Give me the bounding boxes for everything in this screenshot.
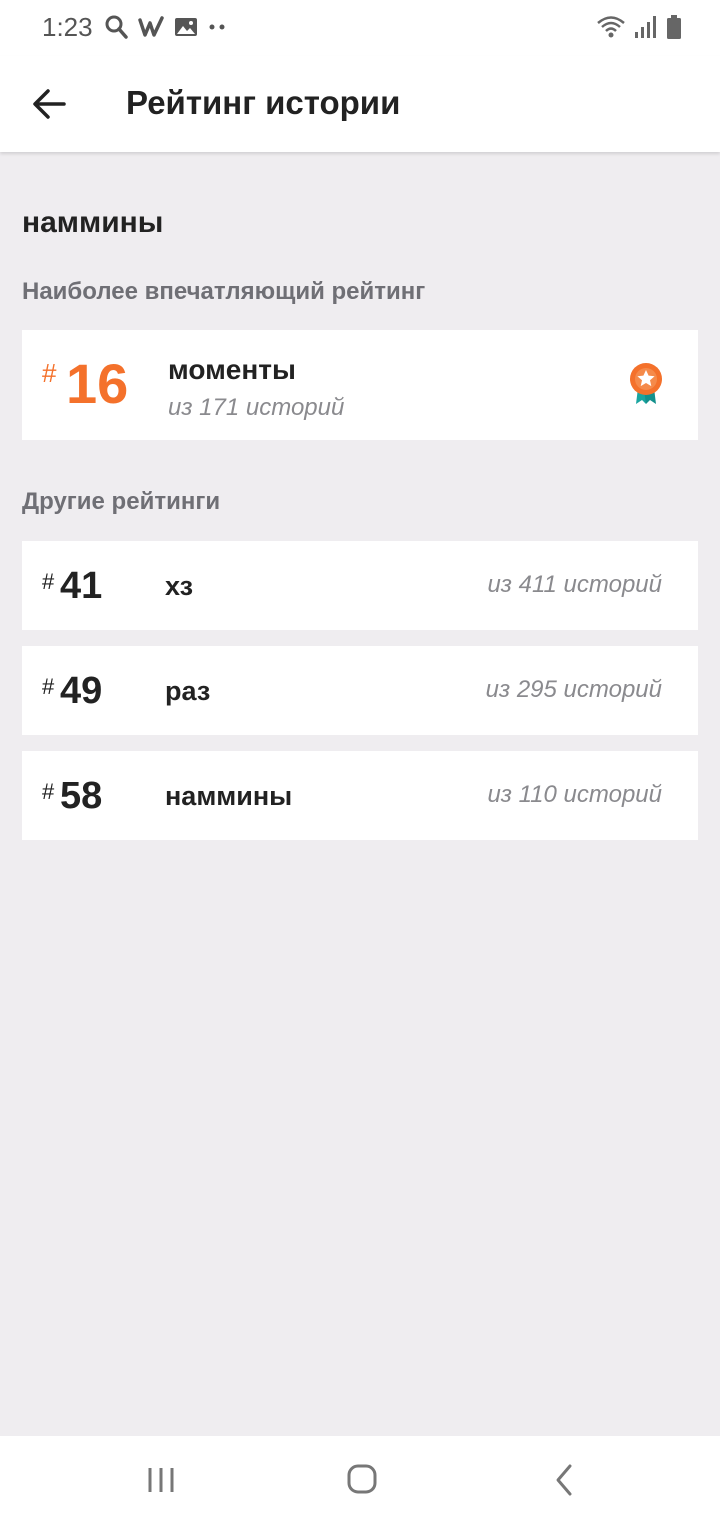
w-app-icon	[138, 16, 164, 37]
system-back-button[interactable]	[544, 1462, 584, 1498]
signal-icon	[635, 16, 656, 38]
rank-number: 41	[60, 565, 103, 607]
rank-hash: #	[42, 674, 55, 699]
ranking-card[interactable]: # 58 наммины из 110 историй	[22, 751, 698, 840]
rank-number: 49	[60, 670, 103, 712]
featured-story-count: из 171 историй	[168, 394, 345, 421]
home-icon	[347, 1464, 377, 1494]
image-icon	[175, 18, 197, 36]
ranking-card[interactable]: # 49 раз из 295 историй	[22, 646, 698, 735]
rank-hash: #	[42, 569, 55, 594]
rank-story-count: из 295 историй	[485, 676, 662, 703]
rank-tag-name: наммины	[165, 781, 293, 811]
ranking-card[interactable]: # 41 хз из 411 историй	[22, 541, 698, 630]
back-icon	[556, 1464, 572, 1496]
featured-section-label: Наиболее впечатляющий рейтинг	[22, 278, 426, 305]
rank-hash: #	[42, 779, 55, 804]
notification-icons	[104, 14, 228, 40]
featured-rank-number: 16	[66, 352, 129, 415]
rank-tag-name: раз	[165, 676, 211, 706]
status-bar: 1:23	[0, 0, 720, 56]
more-dots-icon	[209, 24, 225, 30]
award-badge-icon	[630, 363, 662, 404]
recent-apps-button[interactable]	[142, 1462, 182, 1498]
rank-number: 58	[60, 775, 103, 817]
rank-story-count: из 110 историй	[487, 781, 662, 808]
system-icons	[596, 14, 682, 40]
wifi-icon	[597, 16, 625, 38]
home-button[interactable]	[342, 1462, 382, 1498]
rank-hash: #	[42, 358, 57, 388]
search-icon	[105, 15, 128, 39]
app-bar: Рейтинг истории	[0, 56, 720, 152]
recent-apps-icon	[148, 1468, 174, 1492]
story-name: наммины	[22, 206, 164, 239]
back-button[interactable]	[26, 80, 74, 128]
other-rankings-section-label: Другие рейтинги	[22, 488, 221, 515]
featured-ranking-card[interactable]: # 16 моменты из 171 историй	[22, 330, 698, 440]
rank-tag-name: хз	[165, 571, 194, 601]
arrow-left-icon	[33, 89, 66, 119]
featured-tag-name: моменты	[168, 354, 296, 385]
system-nav-bar	[0, 1436, 720, 1520]
page-title: Рейтинг истории	[126, 84, 401, 121]
battery-icon	[667, 15, 681, 39]
status-time: 1:23	[42, 12, 93, 42]
rank-story-count: из 411 историй	[487, 571, 662, 598]
